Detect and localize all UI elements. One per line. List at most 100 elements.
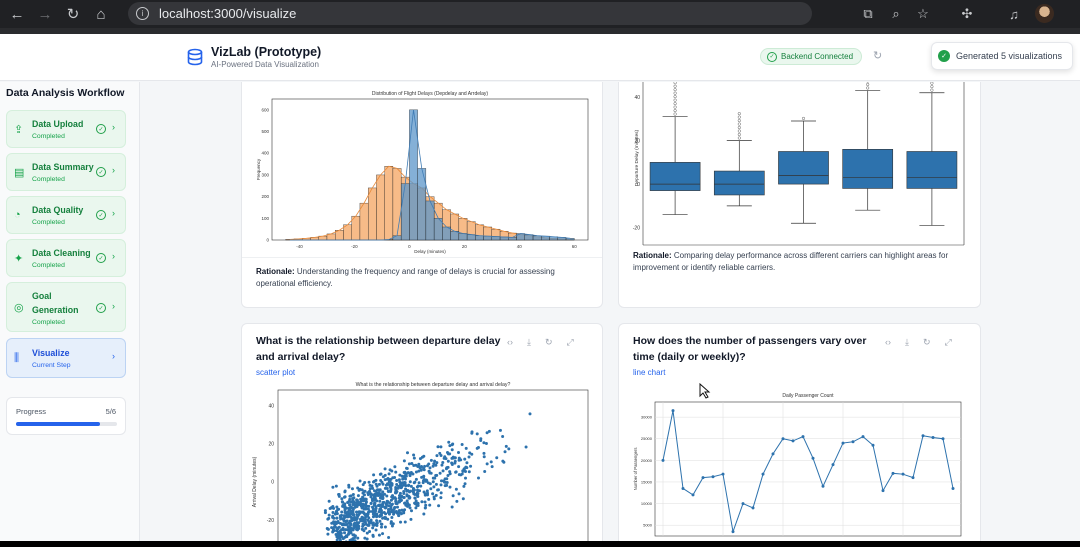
scatter-point: [400, 474, 404, 478]
scatter-point: [335, 526, 339, 530]
home-icon[interactable]: ⌂: [90, 3, 112, 25]
line-point: [931, 435, 935, 439]
download-icon[interactable]: ⤓: [905, 337, 909, 348]
histogram-bar: [400, 183, 410, 241]
scatter-point: [455, 499, 459, 503]
chart-type-label: scatter plot: [256, 368, 296, 377]
forward-arrow-icon[interactable]: →: [34, 3, 56, 25]
scatter-point: [434, 493, 438, 497]
extensions-puzzle-icon[interactable]: ✣: [957, 4, 977, 24]
x-axis-label: Delay (minutes): [414, 249, 446, 254]
line-point: [731, 530, 735, 534]
y-tick-label: 600: [261, 107, 269, 112]
line-chart: Daily Passenger Count 5000 10000 15000 20000…: [633, 393, 962, 537]
scatter-point: [464, 476, 468, 480]
scatter-point: [418, 466, 422, 470]
step-status: Completed: [32, 319, 65, 326]
line-point: [951, 486, 955, 490]
sidebar-step-data-summary[interactable]: ▤ Data Summary Completed ✓ ›: [6, 153, 126, 191]
screen-bottom-edge: [0, 541, 1080, 547]
address-bar[interactable]: i localhost:3000/visualize: [128, 2, 812, 25]
scatter-point: [356, 494, 360, 498]
profile-avatar[interactable]: [1035, 4, 1054, 23]
sidebar-step-data-quality[interactable]: ◔ Data Quality Completed ✓ ›: [6, 196, 126, 234]
scatter-point: [467, 470, 471, 474]
regenerate-icon[interactable]: ↻: [545, 337, 553, 348]
scatter-point: [416, 495, 420, 499]
reload-icon[interactable]: ↻: [62, 3, 84, 25]
y-tick-label: 25000: [641, 436, 653, 441]
scatter-point: [433, 476, 437, 480]
scatter-point: [389, 486, 393, 490]
scatter-point: [402, 459, 406, 463]
media-controls-icon[interactable]: ♫: [1004, 4, 1024, 24]
zoom-icon[interactable]: ⌕: [886, 4, 906, 24]
histogram-bar: [466, 234, 476, 241]
site-info-icon[interactable]: i: [136, 7, 149, 20]
back-arrow-icon[interactable]: ←: [6, 3, 28, 25]
scatter-point: [422, 478, 426, 482]
scatter-point: [372, 509, 376, 513]
refresh-connection-icon[interactable]: ↻: [873, 49, 882, 62]
scatter-point: [364, 500, 368, 504]
scatter-point: [340, 497, 344, 501]
scatter-point: [442, 480, 446, 484]
scatter-point: [441, 461, 445, 465]
chart-type-label: line chart: [633, 368, 666, 377]
line-point: [691, 493, 695, 497]
scatter-point: [438, 471, 442, 475]
scatter-point: [353, 521, 357, 525]
outlier-point: [673, 95, 677, 99]
plot-frame: [277, 389, 589, 547]
scatter-point: [403, 482, 407, 486]
check-circle-icon: ✓: [96, 210, 106, 220]
step-label: Data Summary: [32, 162, 94, 172]
scatter-point: [498, 428, 502, 432]
install-app-icon[interactable]: ⧉: [858, 4, 878, 24]
scatter-point: [415, 485, 419, 489]
scatter-point: [347, 514, 351, 518]
code-icon[interactable]: ‹›: [885, 337, 891, 348]
bookmark-star-icon[interactable]: ☆: [913, 4, 933, 24]
divider: [242, 257, 602, 258]
mouse-cursor-icon: [699, 383, 711, 399]
histogram-bar: [392, 168, 402, 241]
download-icon[interactable]: ⤓: [527, 337, 531, 348]
scatter-point: [349, 523, 353, 527]
outlier-point: [673, 84, 677, 88]
scatter-point: [414, 477, 418, 481]
scatter-point: [335, 512, 339, 516]
chart-title: What is the relationship between departu…: [356, 382, 511, 388]
scatter-point: [448, 470, 452, 474]
expand-icon[interactable]: ⤢: [567, 337, 574, 348]
scatter-point: [484, 441, 488, 445]
scatter-point: [450, 505, 454, 509]
scatter-point: [454, 487, 458, 491]
scatter-point: [427, 462, 431, 466]
histogram-chart: Distribution of Flight Delays (Depdelay …: [256, 91, 589, 254]
step-label-line2: Generation: [32, 305, 79, 315]
scatter-point: [392, 512, 396, 516]
sidebar-step-goal-generation[interactable]: ◎ Goal Generation Completed ✓ ›: [6, 282, 126, 332]
scatter-point: [381, 475, 385, 479]
scatter-point: [431, 480, 435, 484]
database-logo-icon: [187, 48, 203, 66]
series-line: [662, 410, 954, 534]
outlier-point: [737, 129, 741, 133]
scatter-point: [467, 455, 471, 459]
scatter-point: [464, 446, 468, 450]
sidebar-step-data-cleaning[interactable]: ✦ Data Cleaning Completed ✓ ›: [6, 239, 126, 277]
line-point: [801, 435, 805, 439]
scatter-point: [363, 520, 367, 524]
scatter-point: [399, 494, 403, 498]
sidebar-step-visualize[interactable]: ⫼ Visualize Current Step ›: [6, 338, 126, 378]
sidebar-step-data-upload[interactable]: ⇪ Data Upload Completed ✓ ›: [6, 110, 126, 148]
scatter-point: [343, 523, 347, 527]
backend-status-badge: ✓ Backend Connected: [760, 48, 863, 65]
scatter-point: [343, 505, 347, 509]
regenerate-icon[interactable]: ↻: [923, 337, 931, 348]
expand-icon[interactable]: ⤢: [945, 337, 952, 348]
code-icon[interactable]: ‹›: [507, 337, 513, 348]
scatter-point: [351, 500, 355, 504]
scatter-point: [432, 485, 436, 489]
